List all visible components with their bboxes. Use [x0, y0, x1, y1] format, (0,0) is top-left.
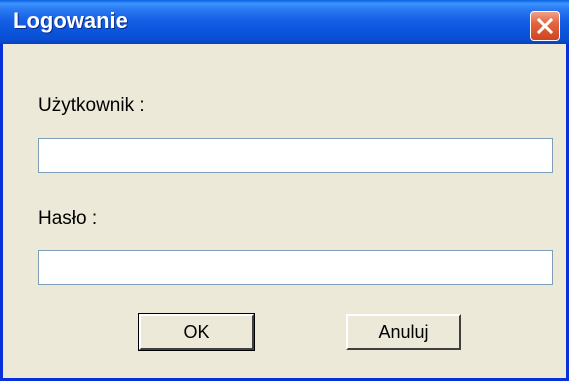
- close-button[interactable]: [530, 11, 560, 41]
- password-label: Hasło :: [38, 208, 98, 229]
- username-field[interactable]: [38, 138, 553, 173]
- cancel-button[interactable]: Anuluj: [346, 314, 461, 350]
- window-title: Logowanie: [13, 8, 128, 33]
- password-field[interactable]: [38, 250, 553, 285]
- ok-button[interactable]: OK: [138, 313, 255, 351]
- login-dialog: Logowanie Użytkownik : Hasło : OK Anuluj: [0, 0, 569, 381]
- title-bar[interactable]: Logowanie: [0, 0, 569, 44]
- close-icon: [536, 17, 554, 35]
- username-label: Użytkownik :: [38, 95, 145, 116]
